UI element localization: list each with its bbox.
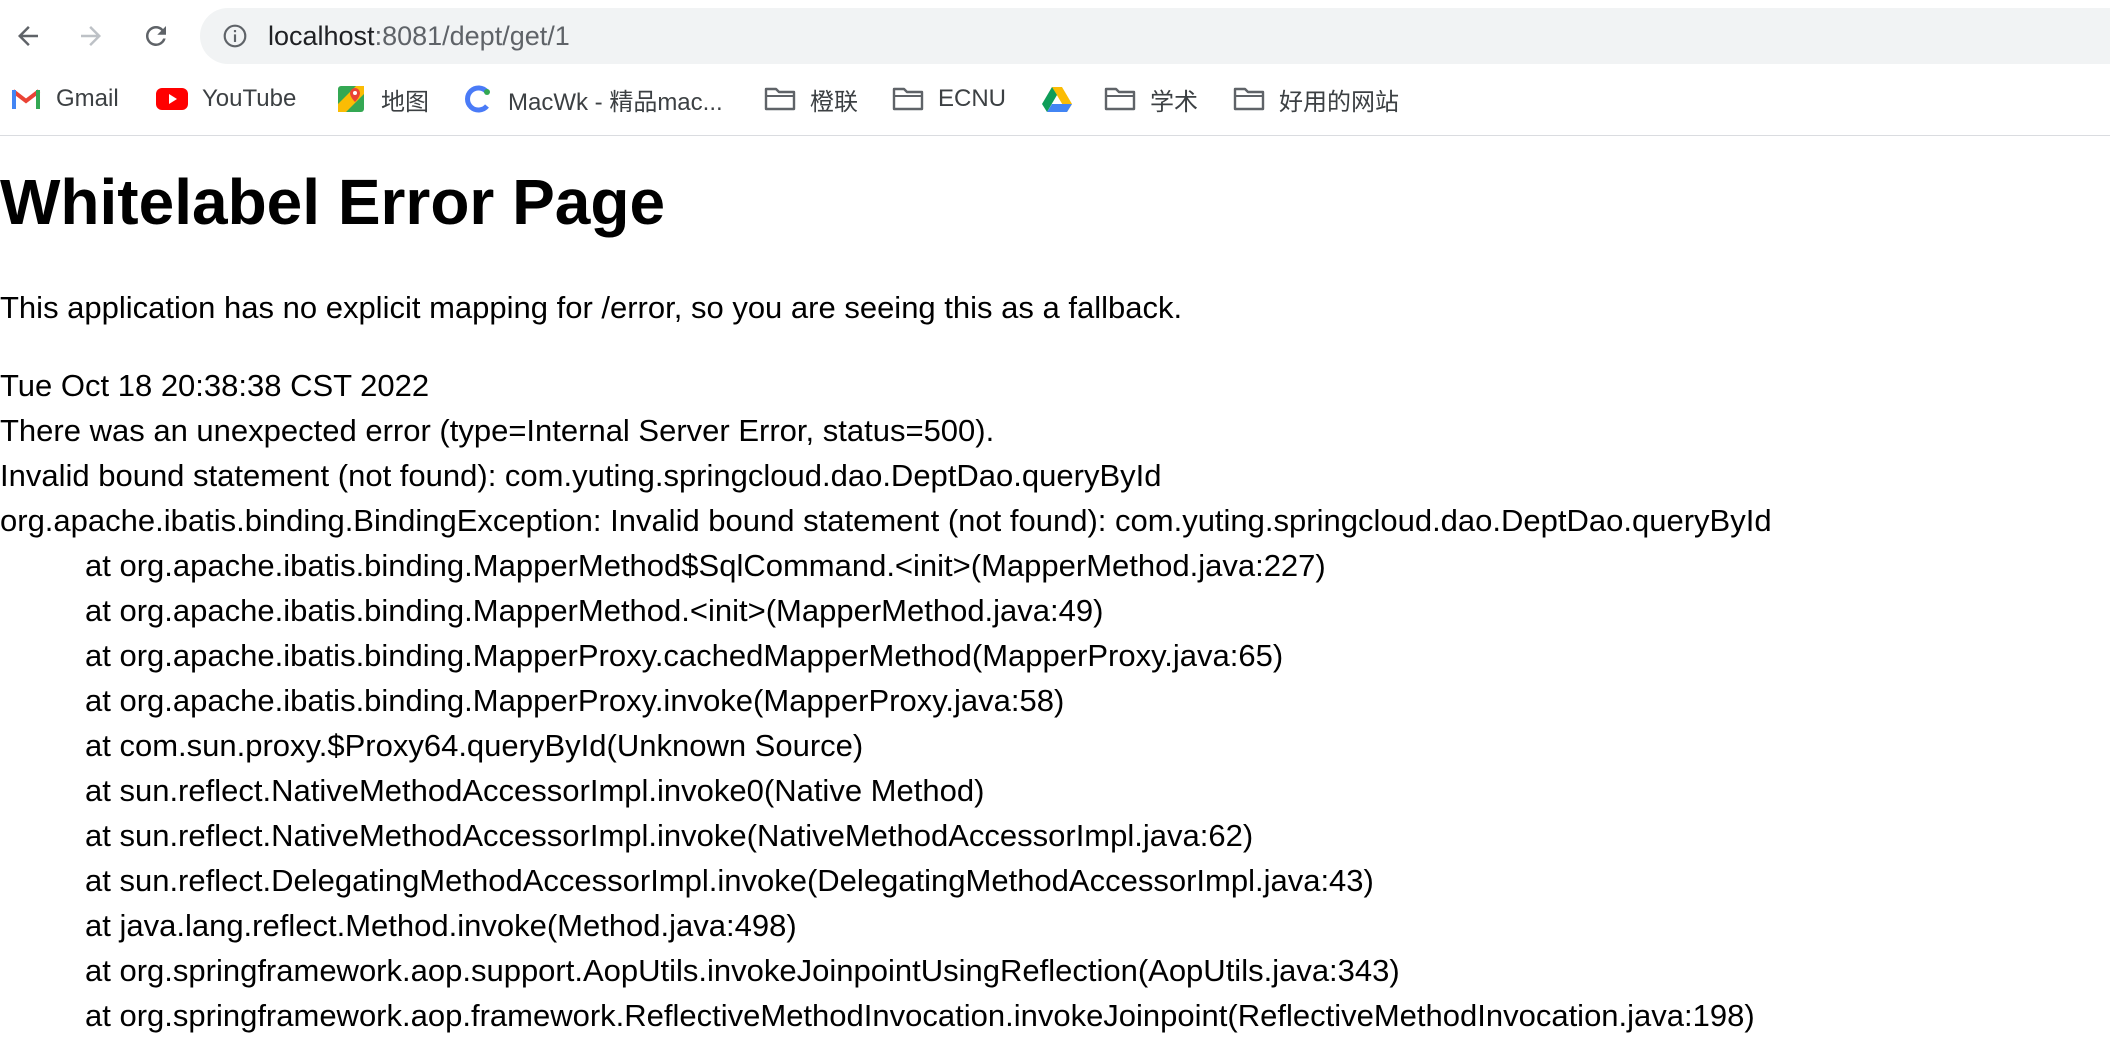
bookmarks-bar: Gmail YouTube 地图 MacWk - 精品mac... 橙联 ECN… xyxy=(0,76,2110,122)
bookmark-label: 好用的网站 xyxy=(1279,88,1399,116)
back-arrow-icon xyxy=(18,26,38,46)
stack-frame: at sun.reflect.NativeMethodAccessorImpl.… xyxy=(85,818,1254,853)
bookmark-folder-xueshu[interactable]: 学术 xyxy=(1104,76,1198,122)
page-content: Whitelabel Error Page This application h… xyxy=(0,136,2110,1046)
url-host: localhost xyxy=(268,21,375,51)
back-button[interactable] xyxy=(6,14,50,58)
youtube-icon xyxy=(156,83,188,115)
stack-frame: at org.springframework.aop.framework.Ref… xyxy=(85,998,1755,1033)
error-timestamp: Tue Oct 18 20:38:38 CST 2022 xyxy=(0,368,430,403)
bookmark-youtube[interactable]: YouTube xyxy=(156,76,296,122)
stack-frame: at org.apache.ibatis.binding.MapperProxy… xyxy=(85,638,1284,673)
stack-frame: at org.springframework.aop.support.AopUt… xyxy=(85,953,1400,988)
bookmark-label: YouTube xyxy=(202,85,297,112)
bookmark-macwk[interactable]: MacWk - 精品mac... xyxy=(462,76,723,122)
stack-frame: at org.apache.ibatis.binding.MapperMetho… xyxy=(85,548,1326,583)
folder-icon xyxy=(1233,83,1265,115)
google-drive-icon xyxy=(1041,83,1073,115)
stack-frame: at org.apache.ibatis.binding.MapperMetho… xyxy=(85,593,1104,628)
bookmark-label: 地图 xyxy=(381,88,429,116)
bookmark-label: Gmail xyxy=(56,85,119,112)
folder-icon xyxy=(764,83,796,115)
stack-frame: at sun.reflect.DelegatingMethodAccessorI… xyxy=(85,863,1374,898)
gmail-icon xyxy=(10,83,42,115)
bookmark-gmail[interactable]: Gmail xyxy=(10,76,119,122)
address-bar[interactable]: localhost:8081/dept/get/1 xyxy=(200,8,2110,64)
error-details: Tue Oct 18 20:38:38 CST 2022 There was a… xyxy=(0,363,2100,1038)
bookmark-label: MacWk - 精品mac... xyxy=(508,88,723,116)
bookmark-maps[interactable]: 地图 xyxy=(335,76,429,122)
error-message: Invalid bound statement (not found): com… xyxy=(0,458,1162,493)
folder-icon xyxy=(892,83,924,115)
stack-frame: at java.lang.reflect.Method.invoke(Metho… xyxy=(85,908,797,943)
stack-frame: at com.sun.proxy.$Proxy64.queryById(Unkn… xyxy=(85,728,864,763)
info-icon[interactable] xyxy=(222,23,248,49)
page-title: Whitelabel Error Page xyxy=(0,166,666,238)
maps-icon xyxy=(335,83,367,115)
stack-frame: at sun.reflect.NativeMethodAccessorImpl.… xyxy=(85,773,985,808)
error-status: There was an unexpected error (type=Inte… xyxy=(0,413,995,448)
bookmark-folder-useful-sites[interactable]: 好用的网站 xyxy=(1233,76,1399,122)
error-description: This application has no explicit mapping… xyxy=(0,290,1183,325)
bookmark-label: ECNU xyxy=(938,85,1007,112)
folder-icon xyxy=(1104,83,1136,115)
bookmark-label: 学术 xyxy=(1150,88,1198,116)
bookmark-google-drive[interactable] xyxy=(1041,76,1087,122)
forward-button[interactable] xyxy=(69,14,113,58)
bookmark-label: 橙联 xyxy=(810,88,858,116)
url-path: :8081/dept/get/1 xyxy=(374,21,570,51)
bookmark-folder-ecnu[interactable]: ECNU xyxy=(892,76,1006,122)
reload-button[interactable] xyxy=(134,14,178,58)
stack-frame: at org.apache.ibatis.binding.MapperProxy… xyxy=(85,683,1065,718)
exception-line: org.apache.ibatis.binding.BindingExcepti… xyxy=(0,503,1772,538)
url-text[interactable]: localhost:8081/dept/get/1 xyxy=(268,21,570,51)
macwk-icon xyxy=(462,83,494,115)
browser-toolbar: localhost:8081/dept/get/1 xyxy=(0,0,2110,72)
forward-arrow-icon xyxy=(81,26,101,46)
reload-icon xyxy=(145,25,166,46)
bookmark-folder-chenglian[interactable]: 橙联 xyxy=(764,76,858,122)
